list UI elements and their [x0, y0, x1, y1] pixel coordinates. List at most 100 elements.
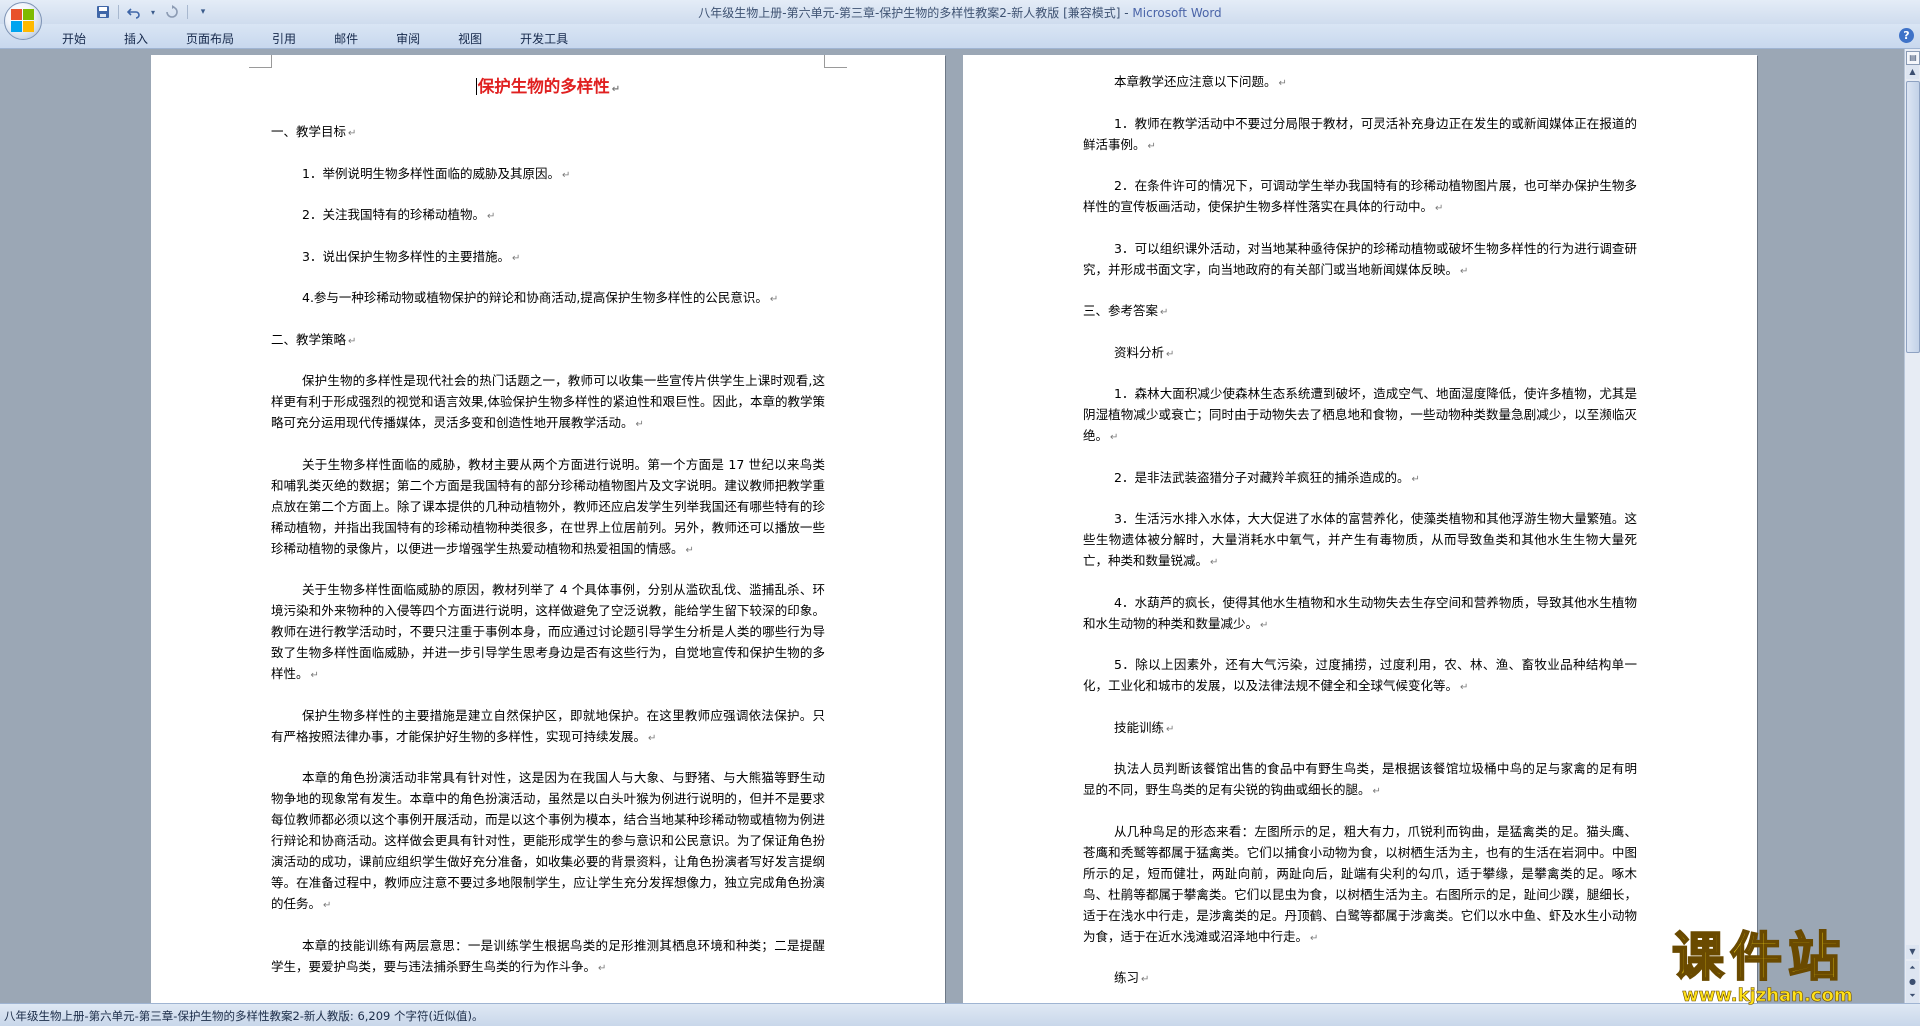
document-paragraph[interactable]: 保护生物的多样性是现代社会的热门话题之一，教师可以收集一些宣传片供学生上课时观看…	[271, 370, 825, 435]
paragraph-text: 三、参考答案	[1083, 303, 1159, 318]
paragraph-mark: ↵	[1260, 619, 1269, 631]
paragraph-mark: ↵	[1460, 265, 1469, 277]
document-title-text: 保护生物的多样性	[477, 77, 610, 96]
document-paragraph[interactable]: 技能训练 ↵	[1083, 717, 1637, 740]
paragraph-text: 1．举例说明生物多样性面临的威胁及其原因。	[302, 165, 560, 181]
document-paragraph[interactable]: 2．是非法武装盗猎分子对藏羚羊疯狂的捕杀造成的。 ↵	[1083, 467, 1637, 490]
office-logo-icon	[11, 9, 35, 33]
watermark-url: www.kjzhan.com	[1682, 985, 1853, 1007]
watermark-main-text: 课件站	[1671, 927, 1847, 989]
document-paragraph[interactable]: 1．举例说明生物多样性面临的威胁及其原因。 ↵	[271, 163, 825, 186]
paragraph-mark: ↵	[1166, 723, 1175, 735]
document-paragraph[interactable]: 1．森林大面积减少使森林生态系统遭到破坏，造成空气、地面湿度降低，使许多植物，尤…	[1083, 383, 1637, 448]
document-paragraph[interactable]: 本章教学还应注意以下问题。 ↵	[1083, 71, 1637, 94]
paragraph-mark: ↵	[598, 962, 607, 974]
paragraph-mark: ↵	[1166, 348, 1175, 360]
document-paragraph[interactable]: 三、参考答案 ↵	[1083, 300, 1637, 323]
page-text-area[interactable]: 保护生物的多样性 ↵ 一、教学目标 ↵ 1．举例说明生物多样性面临的威胁及其原因。 ↵ 2…	[271, 75, 825, 997]
paragraph-mark: ↵	[511, 252, 521, 264]
document-paragraph[interactable]: 本章的技能训练有两层意思：一是训练学生根据鸟类的足形推测其栖息环境和种类；二是提…	[271, 935, 825, 979]
tab-view[interactable]: 视图	[446, 28, 494, 48]
paragraph-mark: ↵	[348, 128, 357, 139]
document-paragraph[interactable]: 5．除以上因素外，还有大气污染，过度捕捞，过度利用，农、林、渔、畜牧业品种结构单…	[1083, 654, 1637, 698]
paragraph-text: 1．教师在教学活动中不要过分局限于教材，可灵活补充身边正在发生的或新闻媒体正在报…	[1083, 115, 1637, 152]
paragraph-text: 本章的角色扮演活动非常具有针对性，这是因为在我国人与大象、与野猪、与大熊猫等野生…	[271, 770, 825, 911]
text-cursor	[475, 78, 477, 95]
document-paragraph[interactable]: 资料分析 ↵	[1083, 342, 1637, 365]
tab-review[interactable]: 审阅	[384, 28, 432, 48]
paragraph-text: 执法人员判断该餐馆出售的食品中有野生鸟类，是根据该餐馆垃圾桶中鸟的足与家禽的足有…	[1083, 761, 1637, 797]
document-paragraph[interactable]: 3．生活污水排入水体，大大促进了水体的富营养化，使藻类植物和其他浮游生物大量繁殖…	[1083, 508, 1637, 573]
tab-insert[interactable]: 插入	[112, 28, 160, 48]
right-page-paragraphs: 本章教学还应注意以下问题。 ↵ 1．教师在教学活动中不要过分局限于教材，可灵活补充身…	[1083, 71, 1637, 990]
paragraph-text: 本章教学还应注意以下问题。	[1114, 74, 1277, 89]
tab-references[interactable]: 引用	[260, 28, 308, 48]
paragraph-mark: ↵	[1210, 557, 1219, 568]
tab-developer[interactable]: 开发工具	[508, 28, 580, 48]
tab-home[interactable]: 开始	[50, 28, 98, 48]
paragraph-text: 本章的技能训练有两层意思：一是训练学生根据鸟类的足形推测其栖息环境和种类；二是提…	[271, 937, 825, 974]
document-paragraph[interactable]: 2．在条件许可的情况下，可调动学生举办我国特有的珍稀动植物图片展，也可举办保护生…	[1083, 175, 1637, 219]
paragraph-text: 从几种鸟足的形态来看：左图所示的足，粗大有力，爪锐利而钩曲，是猛禽类的足。猫头鹰…	[1083, 823, 1637, 944]
site-watermark: 课件站 www.kjzhan.com	[1671, 927, 1912, 1019]
document-paragraph[interactable]: 保护生物多样性的主要措施是建立自然保护区，即就地保护。在这里教师应强调依法保护。…	[271, 705, 825, 749]
paragraph-mark: ↵	[611, 84, 621, 95]
scrollbar-thumb[interactable]	[1906, 81, 1920, 353]
document-paragraph[interactable]: 练习 ↵	[1083, 967, 1637, 990]
paragraph-text: 关于生物多样性面临威胁的原因，教材列举了 4 个具体事例，分别从滥砍乱伐、滥捕乱…	[271, 582, 825, 681]
paragraph-mark: ↵	[1141, 974, 1150, 985]
paragraph-text: 保护生物多样性的主要措施是建立自然保护区，即就地保护。在这里教师应强调依法保护。…	[271, 707, 825, 744]
paragraph-text: 3．可以组织课外活动，对当地某种亟待保护的珍稀动植物或破坏生物多样性的行为进行调…	[1083, 240, 1637, 277]
document-title[interactable]: 保护生物的多样性 ↵	[271, 75, 825, 99]
office-button[interactable]	[4, 2, 42, 40]
tab-page-layout[interactable]: 页面布局	[174, 28, 246, 48]
scroll-up-icon[interactable]: ▲	[1906, 65, 1919, 79]
paragraph-text: 二、教学策略	[271, 331, 347, 347]
paragraph-text: 2．关注我国特有的珍稀动植物。	[302, 207, 485, 222]
paragraph-text: 2．是非法武装盗猎分子对藏羚羊疯狂的捕杀造成的。	[1114, 469, 1410, 485]
paragraph-text: 保护生物的多样性是现代社会的热门话题之一，教师可以收集一些宣传片供学生上课时观看…	[271, 373, 825, 430]
document-paragraph[interactable]: 4．水葫芦的疯长，使得其他水生植物和水生动物失去生存空间和营养物质，导致其他水生…	[1083, 592, 1637, 636]
paragraph-text: 2．在条件许可的情况下，可调动学生举办我国特有的珍稀动植物图片展，也可举办保护生…	[1083, 178, 1637, 214]
paragraph-text: 3．说出保护生物多样性的主要措施。	[302, 248, 510, 264]
document-paragraph[interactable]: 二、教学策略 ↵	[271, 329, 825, 352]
document-paragraph[interactable]: 执法人员判断该餐馆出售的食品中有野生鸟类，是根据该餐馆垃圾桶中鸟的足与家禽的足有…	[1083, 758, 1637, 802]
paragraph-mark: ↵	[635, 419, 644, 430]
vertical-scrollbar[interactable]: ▤ ▲ ▼ ⏶ ● ⏷	[1904, 49, 1920, 1003]
paragraph-mark: ↵	[1310, 932, 1319, 944]
document-paragraph[interactable]: 3．可以组织课外活动，对当地某种亟待保护的珍稀动植物或破坏生物多样性的行为进行调…	[1083, 238, 1637, 282]
page-text-area[interactable]: 本章教学还应注意以下问题。 ↵ 1．教师在教学活动中不要过分局限于教材，可灵活补充身…	[1083, 71, 1637, 1003]
document-paragraph[interactable]: 4.参与一种珍稀动物或植物保护的辩论和协商活动,提高保护生物多样性的公民意识。 ↵	[271, 287, 825, 310]
document-area[interactable]: 保护生物的多样性 ↵ 一、教学目标 ↵ 1．举例说明生物多样性面临的威胁及其原因。 ↵ 2…	[0, 49, 1905, 1003]
document-paragraph[interactable]: 关于生物多样性面临威胁的原因，教材列举了 4 个具体事例，分别从滥砍乱伐、滥捕乱…	[271, 579, 825, 686]
paragraph-mark: ↵	[1372, 786, 1381, 797]
help-icon[interactable]: ?	[1899, 28, 1914, 43]
view-ruler-icon[interactable]: ▤	[1906, 51, 1920, 65]
document-page-right[interactable]: 本章教学还应注意以下问题。 ↵ 1．教师在教学活动中不要过分局限于教材，可灵活补充身…	[963, 55, 1757, 1003]
paragraph-mark: ↵	[310, 670, 319, 681]
document-name: 八年级生物上册-第六单元-第三章-保护生物的多样性教案2-新人教版 [兼容模式]…	[698, 6, 1133, 20]
left-page-paragraphs: 一、教学目标 ↵ 1．举例说明生物多样性面临的威胁及其原因。 ↵ 2．关注我国特有的珍稀…	[271, 121, 825, 979]
ribbon-tab-bar: 开始 插入 页面布局 引用 邮件 审阅 视图 开发工具 ?	[0, 24, 1920, 49]
document-paragraph[interactable]: 2．关注我国特有的珍稀动植物。 ↵	[271, 204, 825, 227]
ribbon-tabs: 开始 插入 页面布局 引用 邮件 审阅 视图 开发工具	[50, 28, 594, 48]
paragraph-mark: ↵	[486, 211, 496, 222]
paragraph-mark: ↵	[685, 544, 694, 556]
app-name: Microsoft Word	[1132, 6, 1222, 20]
window-title: 八年级生物上册-第六单元-第三章-保护生物的多样性教案2-新人教版 [兼容模式]…	[0, 4, 1920, 21]
paragraph-mark: ↵	[1160, 307, 1169, 318]
paragraph-mark: ↵	[1110, 432, 1119, 443]
document-paragraph[interactable]: 一、教学目标 ↵	[271, 121, 825, 144]
document-paragraph[interactable]: 本章的角色扮演活动非常具有针对性，这是因为在我国人与大象、与野猪、与大熊猫等野生…	[271, 767, 825, 916]
status-text[interactable]: 八年级生物上册-第六单元-第三章-保护生物的多样性教案2-新人教版: 6,209…	[4, 1008, 484, 1024]
tab-mailings[interactable]: 邮件	[322, 28, 370, 48]
paragraph-mark: ↵	[769, 294, 779, 305]
document-paragraph[interactable]: 从几种鸟足的形态来看：左图所示的足，粗大有力，爪锐利而钩曲，是猛禽类的足。猫头鹰…	[1083, 821, 1637, 949]
title-bar: ▾ ▾ 八年级生物上册-第六单元-第三章-保护生物的多样性教案2-新人教版 [兼…	[0, 0, 1920, 25]
document-paragraph[interactable]: 1．教师在教学活动中不要过分局限于教材，可灵活补充身边正在发生的或新闻媒体正在报…	[1083, 113, 1637, 157]
paragraph-text: 1．森林大面积减少使森林生态系统遭到破坏，造成空气、地面湿度降低，使许多植物，尤…	[1083, 386, 1637, 443]
document-paragraph[interactable]: 3．说出保护生物多样性的主要措施。 ↵	[271, 246, 825, 269]
document-paragraph[interactable]: 关于生物多样性面临的威胁，教材主要从两个方面进行说明。第一个方面是 17 世纪以…	[271, 454, 825, 561]
paragraph-mark: ↵	[348, 335, 357, 347]
document-page-left[interactable]: 保护生物的多样性 ↵ 一、教学目标 ↵ 1．举例说明生物多样性面临的威胁及其原因。 ↵ 2…	[151, 55, 945, 1003]
